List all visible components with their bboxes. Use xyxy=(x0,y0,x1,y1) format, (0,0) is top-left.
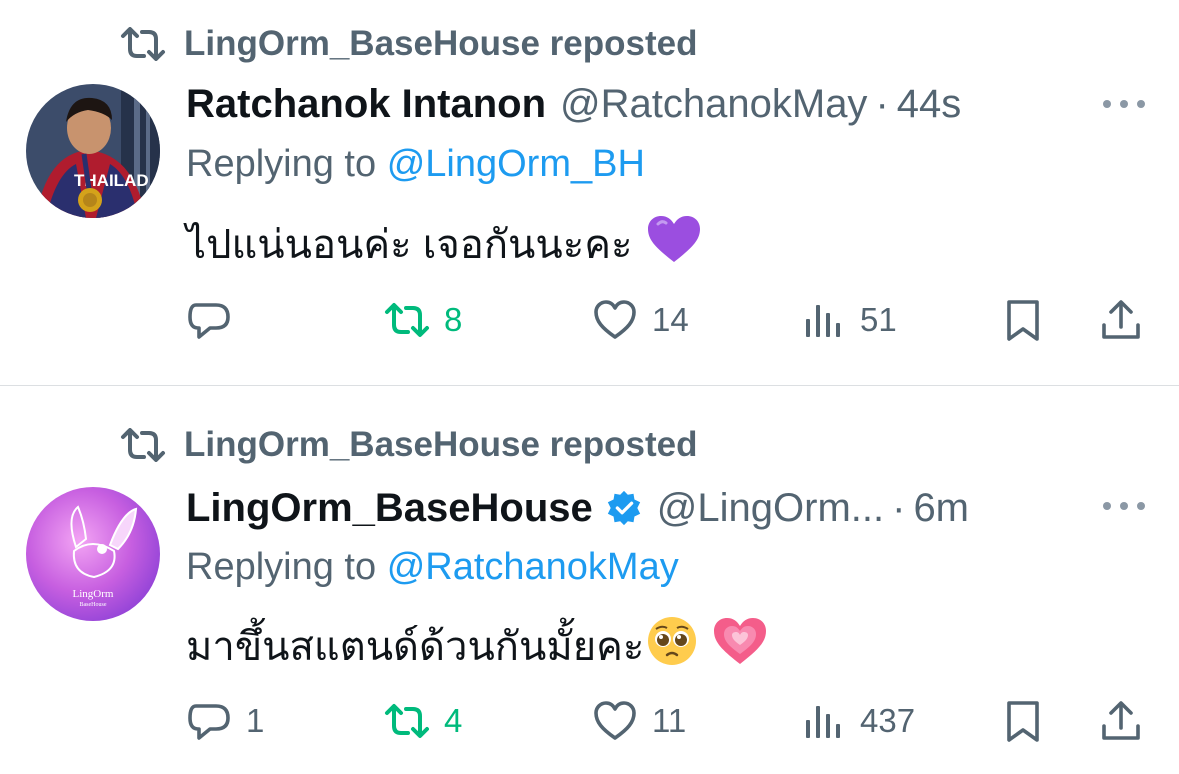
avatar[interactable]: LingOrm BaseHouse xyxy=(26,487,160,621)
tweet-text: มาขึ้นสแตนด์ด้วนกันมั้ยคะ xyxy=(186,614,768,678)
like-icon xyxy=(594,300,636,339)
like-count: 14 xyxy=(652,301,689,338)
repost-count: 4 xyxy=(444,702,463,739)
repost-icon xyxy=(385,303,429,337)
views-button[interactable]: 51 xyxy=(800,292,897,348)
timestamp[interactable]: 44s xyxy=(897,82,962,127)
reply-icon xyxy=(188,303,230,339)
more-icon[interactable] xyxy=(1101,98,1147,110)
pleading-face-emoji xyxy=(646,615,698,677)
views-icon xyxy=(806,706,840,738)
bookmark-icon xyxy=(1007,300,1039,341)
reply-icon xyxy=(188,704,230,740)
replying-to-mention[interactable]: @RatchanokMay xyxy=(387,546,679,588)
growing-heart-emoji xyxy=(712,616,768,676)
views-count: 437 xyxy=(860,702,916,739)
repost-icon xyxy=(385,704,429,738)
author-name[interactable]: LingOrm_BaseHouse xyxy=(186,486,593,531)
tweet-header: LingOrm_BaseHouse @LingOrm... · 6m xyxy=(186,480,969,536)
author-name[interactable]: Ratchanok Intanon xyxy=(186,82,546,127)
avatar-logo-subtext: BaseHouse xyxy=(80,602,107,608)
share-icon xyxy=(1102,300,1140,339)
avatar[interactable]: THAILAD xyxy=(26,84,160,218)
action-bar: 8 14 51 xyxy=(186,292,1156,348)
views-button[interactable]: 437 xyxy=(800,693,915,749)
replying-to: Replying to @LingOrm_BH xyxy=(186,143,645,186)
share-button[interactable] xyxy=(1098,292,1144,348)
avatar-photo: THAILAD xyxy=(26,84,160,218)
replying-to-label: Replying to xyxy=(186,143,377,185)
verified-icon xyxy=(607,490,640,526)
pink-heart-icon xyxy=(714,618,767,664)
action-bar: 1 4 11 437 xyxy=(186,693,1156,749)
pleading-face-icon xyxy=(648,617,697,665)
author-handle[interactable]: @RatchanokMay xyxy=(560,82,867,127)
bookmark-icon xyxy=(1007,701,1039,742)
timestamp[interactable]: 6m xyxy=(913,486,969,531)
tweet-text: ไปแน่นอนค่ะ เจอกันนะคะ xyxy=(186,212,702,276)
replying-to: Replying to @RatchanokMay xyxy=(186,546,679,589)
like-button[interactable]: 11 xyxy=(592,693,686,749)
share-icon xyxy=(1102,701,1140,740)
like-button[interactable]: 14 xyxy=(592,292,689,348)
like-count: 11 xyxy=(652,702,687,739)
author-handle[interactable]: @LingOrm... xyxy=(657,486,884,531)
replying-to-mention[interactable]: @LingOrm_BH xyxy=(387,143,645,185)
reply-count: 1 xyxy=(246,702,265,739)
like-icon xyxy=(594,701,636,740)
reply-button[interactable] xyxy=(186,292,246,348)
repost-count: 8 xyxy=(444,301,463,338)
repost-button[interactable]: 8 xyxy=(384,292,462,348)
repost-context-label: LingOrm_BaseHouse reposted xyxy=(184,425,698,464)
separator-dot: · xyxy=(892,485,906,530)
views-count: 51 xyxy=(860,301,897,338)
tweet-text-content: มาขึ้นสแตนด์ด้วนกันมั้ยคะ xyxy=(186,625,645,669)
repost-button[interactable]: 4 xyxy=(384,693,462,749)
tweet-card[interactable]: LingOrm_BaseHouse reposted LingOrm BaseH… xyxy=(0,386,1179,774)
purple-heart-icon xyxy=(648,216,701,262)
repost-context[interactable]: LingOrm_BaseHouse reposted xyxy=(120,22,697,66)
repost-icon xyxy=(121,27,165,61)
avatar-logo: LingOrm BaseHouse xyxy=(26,487,160,621)
bookmark-button[interactable] xyxy=(1000,693,1046,749)
separator-dot: · xyxy=(875,81,889,126)
repost-icon xyxy=(121,428,165,462)
repost-context[interactable]: LingOrm_BaseHouse reposted xyxy=(120,423,697,467)
tweet-card[interactable]: LingOrm_BaseHouse reposted THAILAD Ratch… xyxy=(0,0,1179,385)
views-icon xyxy=(806,305,840,337)
reply-button[interactable]: 1 xyxy=(186,693,264,749)
share-button[interactable] xyxy=(1098,693,1144,749)
avatar-logo-text: LingOrm xyxy=(73,588,114,600)
bookmark-button[interactable] xyxy=(1000,292,1046,348)
tweet-header: Ratchanok Intanon @RatchanokMay · 44s xyxy=(186,76,961,132)
more-icon[interactable] xyxy=(1101,500,1147,512)
replying-to-label: Replying to xyxy=(186,546,377,588)
repost-context-label: LingOrm_BaseHouse reposted xyxy=(184,24,698,63)
purple-heart-emoji xyxy=(646,214,702,274)
tweet-text-content: ไปแน่นอนค่ะ เจอกันนะคะ xyxy=(186,223,633,267)
